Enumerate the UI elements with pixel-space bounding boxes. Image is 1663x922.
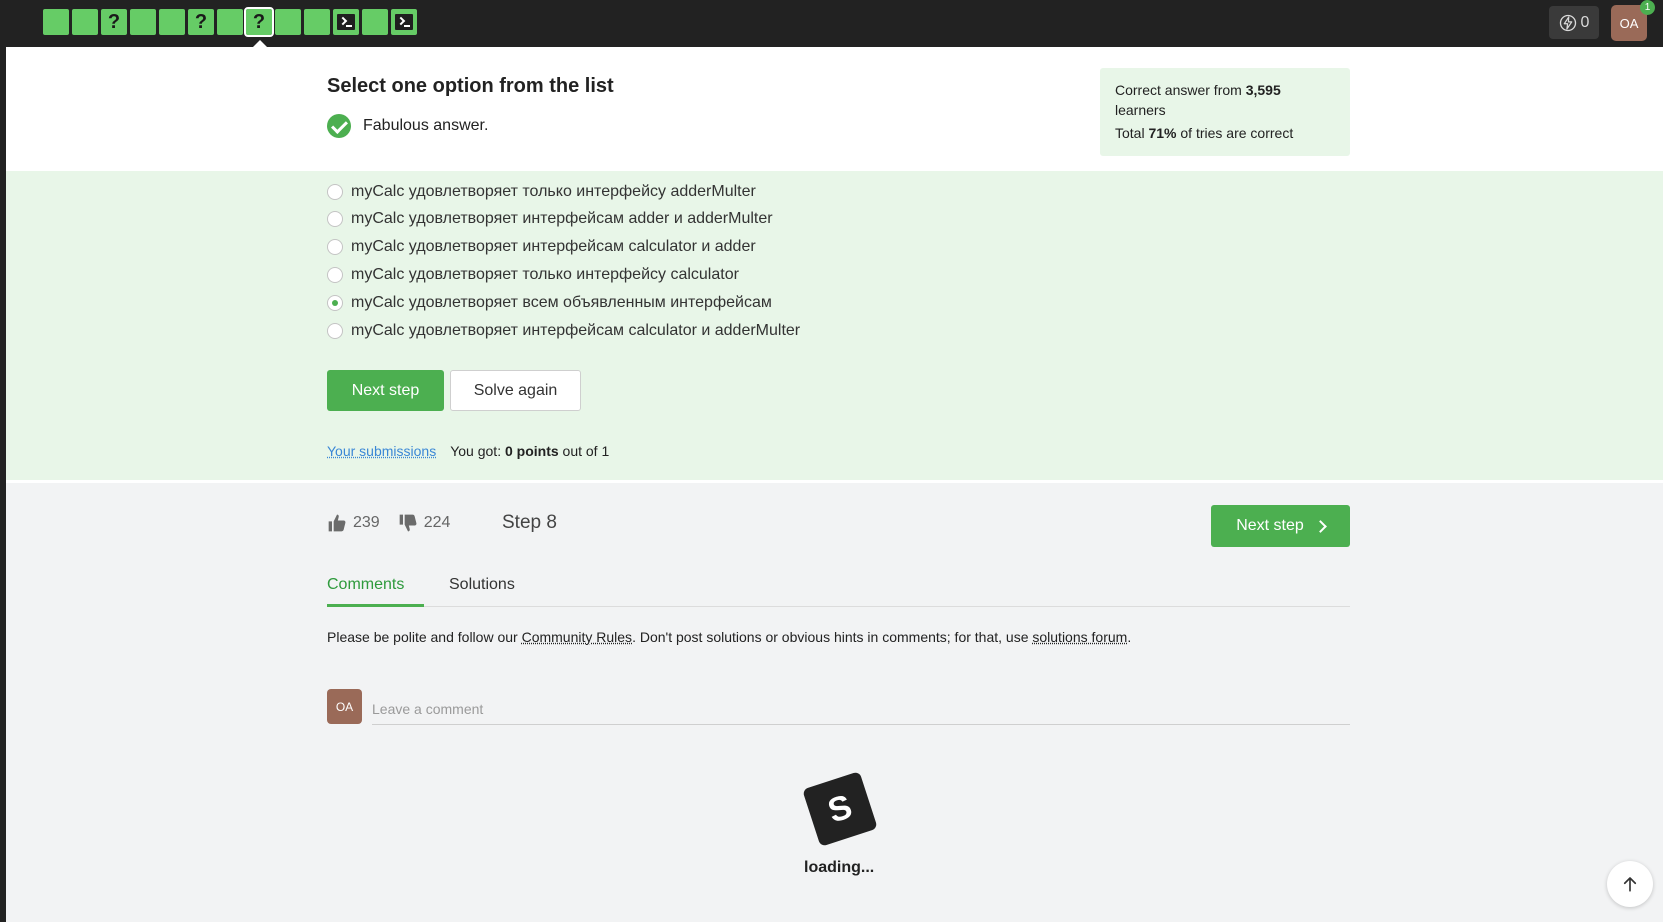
top-navigation-bar: 0 OA 1 xyxy=(0,0,1663,48)
option-label: myCalc удовлетворяет только интерфейсу c… xyxy=(351,266,739,283)
step-5[interactable] xyxy=(159,9,185,35)
step-11-code[interactable] xyxy=(333,9,359,35)
option-2[interactable]: myCalc удовлетворяет интерфейсам adder и… xyxy=(327,210,773,228)
question-title: Select one option from the list xyxy=(327,75,614,97)
solutions-forum-link[interactable]: solutions forum xyxy=(1032,629,1127,645)
next-step-label: Next step xyxy=(1236,517,1304,534)
step-number-label: Step 8 xyxy=(502,512,557,533)
verdict: Fabulous answer. xyxy=(327,114,488,138)
check-circle-icon xyxy=(327,114,351,138)
radio-button[interactable] xyxy=(327,239,343,255)
submissions-row: Your submissions You got: 0 points out o… xyxy=(327,443,609,459)
score-text: You got: 0 points out of 1 xyxy=(450,443,610,459)
avatar-initials: OA xyxy=(335,699,354,714)
dislikes-count: 224 xyxy=(423,514,451,531)
option-label: myCalc удовлетворяет интерфейсам calcula… xyxy=(351,238,756,255)
comment-input[interactable] xyxy=(372,694,1350,725)
step-8-quiz-current[interactable] xyxy=(244,7,274,37)
option-4[interactable]: myCalc удовлетворяет только интерфейсу c… xyxy=(327,266,739,284)
step-4[interactable] xyxy=(130,9,156,35)
option-label: myCalc удовлетворяет интерфейсам calcula… xyxy=(351,322,801,339)
option-3[interactable]: myCalc удовлетворяет интерфейсам calcula… xyxy=(327,238,756,256)
terminal-icon xyxy=(337,14,355,30)
notification-badge[interactable]: 1 xyxy=(1640,0,1655,15)
notification-count: 1 xyxy=(1644,2,1651,13)
next-step-button-footer[interactable]: Next step xyxy=(1211,505,1350,547)
stats-line-learners: Correct answer from 3,595 learners xyxy=(1115,82,1281,118)
loading-text: loading... xyxy=(804,859,875,876)
radio-button-checked[interactable] xyxy=(327,295,343,311)
dislike-button[interactable]: 224 xyxy=(398,513,451,533)
step-9[interactable] xyxy=(275,9,301,35)
option-label: myCalc удовлетворяет только интерфейсу a… xyxy=(351,183,756,200)
radio-button[interactable] xyxy=(327,323,343,339)
step-1[interactable] xyxy=(43,9,69,35)
energy-button[interactable]: 0 xyxy=(1549,6,1599,39)
stats-line-percent: Total 71% of tries are correct xyxy=(1115,125,1294,141)
stats-panel: Correct answer from 3,595 learners Total… xyxy=(1100,68,1350,156)
radio-button[interactable] xyxy=(327,184,343,200)
option-6[interactable]: myCalc удовлетворяет интерфейсам calcula… xyxy=(327,322,800,340)
verdict-text: Fabulous answer. xyxy=(363,117,489,134)
energy-icon xyxy=(1559,14,1576,31)
terminal-icon xyxy=(395,14,413,30)
step-10[interactable] xyxy=(304,9,330,35)
discussion-tabs: Comments Solutions xyxy=(327,576,1350,607)
options-panel xyxy=(6,171,1663,480)
thumbs-down-icon xyxy=(399,514,417,532)
step-12[interactable] xyxy=(362,9,388,35)
step-7[interactable] xyxy=(217,9,243,35)
learners-count: 3,595 xyxy=(1245,82,1281,98)
step-3-quiz[interactable] xyxy=(101,9,127,35)
radio-button[interactable] xyxy=(327,211,343,227)
comment-rules: Please be polite and follow our Communit… xyxy=(327,629,1132,645)
logo-icon: S xyxy=(802,771,878,847)
energy-count: 0 xyxy=(1580,13,1590,31)
scroll-to-top-button[interactable] xyxy=(1607,861,1653,907)
option-1[interactable]: myCalc удовлетворяет только интерфейсу a… xyxy=(327,183,756,201)
step-2[interactable] xyxy=(72,9,98,35)
solve-again-button[interactable]: Solve again xyxy=(450,370,581,411)
points-value: 0 points xyxy=(504,443,559,459)
step-13-code[interactable] xyxy=(391,9,417,35)
radio-button[interactable] xyxy=(327,267,343,283)
step-progress-bar xyxy=(43,7,417,37)
likes-count: 239 xyxy=(353,514,380,531)
option-label: myCalc удовлетворяет всем объявленным ин… xyxy=(351,294,772,311)
commenter-avatar: OA xyxy=(327,689,362,724)
next-step-button[interactable]: Next step xyxy=(327,370,444,411)
section-divider xyxy=(6,480,1663,483)
avatar-initials: OA xyxy=(1619,15,1639,31)
tab-comments[interactable]: Comments xyxy=(327,576,424,607)
tab-solutions[interactable]: Solutions xyxy=(449,576,515,607)
arrow-up-icon xyxy=(1623,877,1637,892)
correct-percent: 71% xyxy=(1148,125,1177,141)
option-label: myCalc удовлетворяет интерфейсам adder и… xyxy=(351,210,773,227)
quiz-header xyxy=(6,47,1663,171)
chevron-right-icon xyxy=(1313,519,1327,533)
step-6-quiz[interactable] xyxy=(188,9,214,35)
community-rules-link[interactable]: Community Rules xyxy=(522,629,632,645)
option-5[interactable]: myCalc удовлетворяет всем объявленным ин… xyxy=(327,294,772,312)
your-submissions-link[interactable]: Your submissions xyxy=(327,443,436,459)
thumbs-up-icon xyxy=(328,514,346,532)
like-button[interactable]: 239 xyxy=(327,513,380,533)
vote-bar: 239 224 xyxy=(327,513,468,533)
